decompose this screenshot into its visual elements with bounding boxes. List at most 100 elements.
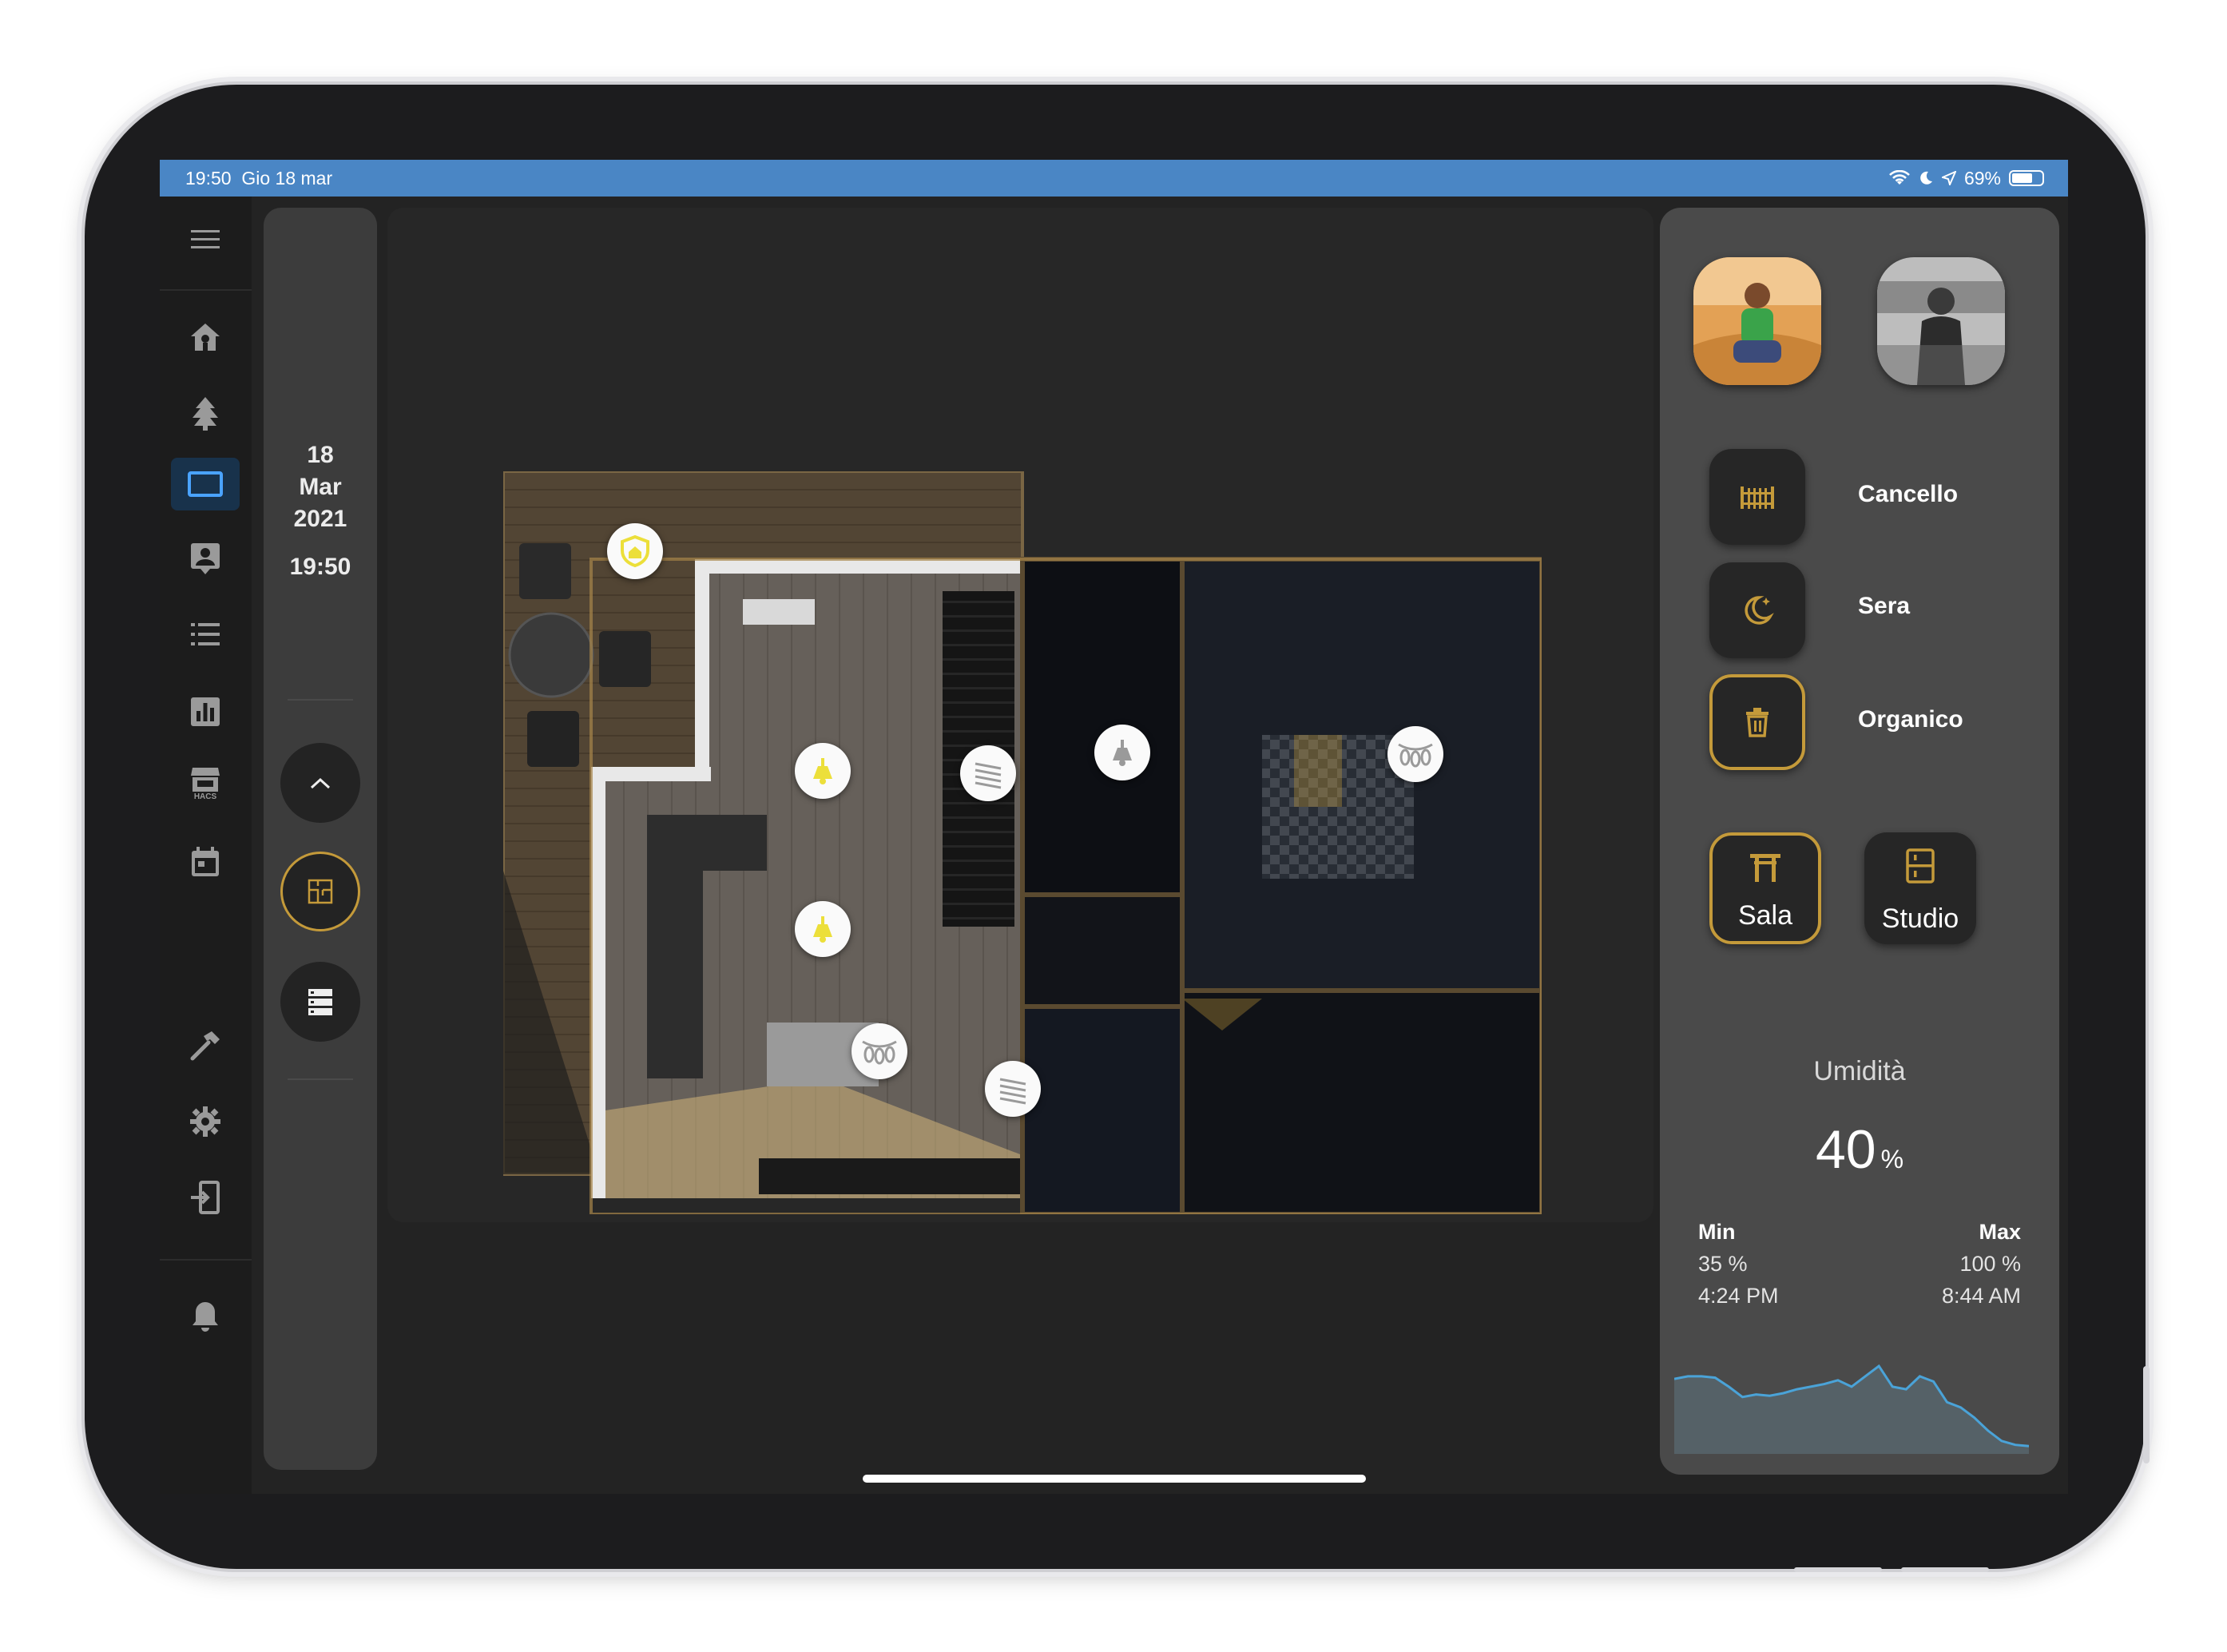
humidity-sparkline	[1674, 1364, 2029, 1454]
person-avatar[interactable]	[1693, 257, 1821, 385]
room-button-studio[interactable]: Studio	[1864, 832, 1976, 944]
humidity-max-time: 8:44 AM	[1941, 1284, 2021, 1308]
person-photo	[1877, 257, 2005, 385]
string-lights-icon	[1398, 743, 1433, 768]
room-label: Studio	[1881, 903, 1959, 934]
bell-icon	[193, 1302, 218, 1332]
ceiling-light-icon	[813, 916, 832, 943]
alarm-entity-button[interactable]	[607, 523, 663, 579]
ceiling-light-icon	[1113, 740, 1132, 766]
humidity-min-value: 35 %	[1698, 1252, 1748, 1276]
battery-percent: 69%	[1963, 168, 2001, 189]
humidity-min-time: 4:24 PM	[1698, 1284, 1779, 1308]
scene-button-sera[interactable]	[1709, 562, 1805, 658]
light-entity-button[interactable]	[795, 743, 851, 799]
screen: 19:50 Gio 18 mar 69% HACS 18 Mar 2021 19…	[160, 160, 2068, 1494]
light-strip-entity-button[interactable]	[1387, 726, 1443, 782]
hacs-store-icon	[191, 768, 220, 792]
date-day: 18	[307, 442, 334, 468]
sidebar-item-history[interactable]	[171, 685, 240, 738]
humidity-max-value: 100 %	[1959, 1252, 2021, 1276]
sidebar-item-logbook[interactable]	[171, 608, 240, 661]
humidity-title: Umidità	[1813, 1056, 1906, 1086]
scroll-up-button[interactable]	[280, 743, 360, 823]
sidebar-item-floorplan[interactable]	[171, 458, 240, 510]
volume-button	[1901, 1567, 1989, 1572]
floorplan-panel-icon	[188, 471, 223, 497]
login-icon	[191, 1181, 220, 1214]
date-month: Mar	[299, 474, 342, 500]
status-right: 69%	[1889, 160, 2044, 197]
hammer-icon	[190, 1031, 220, 1061]
sidebar-item-hacs[interactable]: HACS	[171, 757, 240, 810]
menu-button[interactable]	[171, 213, 240, 266]
humidity-value: 40%	[1815, 1119, 1904, 1180]
format-list-icon	[191, 623, 220, 645]
sidebar-item-overview[interactable]	[171, 311, 240, 363]
sidebar-divider	[160, 289, 252, 291]
sidebar-item-login[interactable]	[171, 1171, 240, 1224]
date-panel: 18 Mar 2021 19:50	[264, 208, 377, 1470]
chevron-up-icon	[310, 777, 331, 789]
gate-icon	[1741, 486, 1774, 509]
shield-home-icon	[621, 534, 649, 568]
gear-icon	[190, 1106, 220, 1137]
blind-entity-button[interactable]	[985, 1061, 1041, 1117]
humidity-max-label: Max	[1979, 1220, 2021, 1244]
light-entity-button[interactable]	[795, 901, 851, 957]
ceiling-light-icon	[813, 758, 832, 784]
location-arrow-icon	[1941, 171, 1956, 185]
calendar-icon	[192, 847, 219, 876]
humidity-min-label: Min	[1698, 1220, 1736, 1244]
divider	[288, 699, 353, 701]
tree-icon	[193, 397, 218, 431]
status-bar: 19:50 Gio 18 mar 69%	[160, 160, 2068, 197]
room-button-sala[interactable]: Sala	[1709, 832, 1821, 944]
sidebar-divider	[160, 1259, 252, 1261]
blind-entity-button[interactable]	[960, 745, 1016, 801]
scene-button-organico[interactable]	[1709, 674, 1805, 770]
trash-icon	[1746, 708, 1768, 737]
floorplan-view-button[interactable]	[280, 852, 360, 931]
chart-bar-icon	[191, 697, 220, 726]
status-time-date: 19:50 Gio 18 mar	[185, 168, 333, 189]
scene-label: Organico	[1858, 706, 1963, 733]
wifi-icon	[1889, 170, 1910, 185]
side-button	[2143, 1366, 2150, 1463]
blinds-icon	[975, 762, 1002, 789]
person-avatar[interactable]	[1877, 257, 2005, 385]
fridge-icon	[1906, 848, 1935, 884]
sidebar-item-map[interactable]	[171, 532, 240, 585]
light-entity-button[interactable]	[1094, 725, 1150, 780]
ha-sidebar: HACS	[160, 197, 252, 1494]
floorplan-icon	[308, 879, 333, 904]
sidebar-item-calendar[interactable]	[171, 836, 240, 888]
divider	[288, 1078, 353, 1080]
light-strip-entity-button[interactable]	[852, 1023, 907, 1079]
sidebar-item-tree[interactable]	[171, 387, 240, 439]
hacs-label: HACS	[193, 792, 217, 801]
home-outline-icon	[191, 324, 220, 351]
table-icon	[1750, 854, 1780, 882]
sidebar-item-configuration[interactable]	[171, 1095, 240, 1148]
battery-icon	[2009, 170, 2044, 186]
blinds-icon	[999, 1078, 1026, 1105]
moon-icon	[1920, 171, 1932, 185]
scene-button-cancello[interactable]	[1709, 449, 1805, 545]
menu-icon	[191, 230, 220, 248]
person-photo	[1693, 257, 1821, 385]
string-lights-icon	[862, 1040, 897, 1065]
notifications-button[interactable]	[171, 1289, 240, 1342]
volume-button	[1794, 1567, 1882, 1572]
clock-time: 19:50	[289, 554, 351, 580]
sparkline-area	[1674, 1366, 2029, 1454]
sidebar-item-developer-tools[interactable]	[171, 1019, 240, 1072]
scene-label: Cancello	[1858, 481, 1959, 507]
server-view-button[interactable]	[280, 962, 360, 1042]
room-label: Sala	[1737, 900, 1793, 931]
account-box-icon	[191, 543, 220, 574]
right-panel: Cancello Sera Organico Sala Studio Umidi…	[1660, 208, 2059, 1475]
server-icon	[308, 989, 332, 1015]
home-indicator	[863, 1475, 1366, 1483]
moon-star-icon	[1745, 596, 1774, 625]
